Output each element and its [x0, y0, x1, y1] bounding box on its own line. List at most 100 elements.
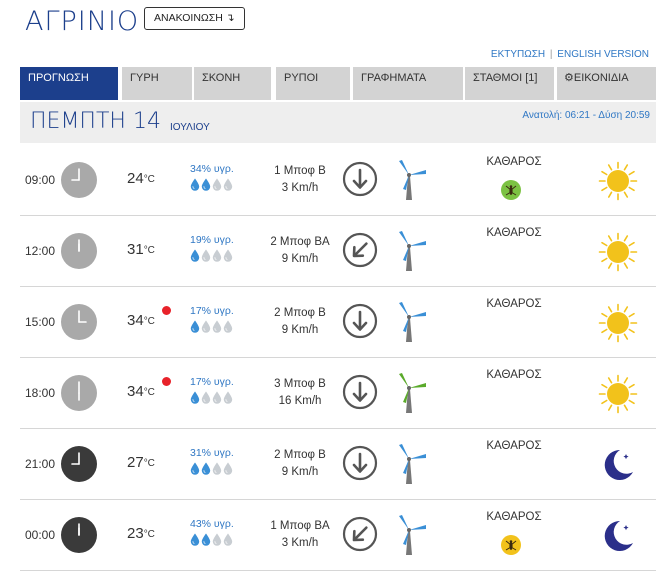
temperature-value: 24 [127, 170, 144, 187]
heat-warning-dot [162, 377, 171, 386]
wind-speed: 9 Km/h [281, 466, 319, 478]
city-title: ΑΓΡΙΝΙΟ [25, 6, 140, 37]
sky-condition: ΚΑΘΑΡΟΣ [486, 440, 542, 452]
moon-icon [598, 516, 638, 556]
humidity-drop-icon [223, 249, 233, 266]
temperature-unit: °C [143, 316, 155, 327]
wind-direction-arrow-icon [342, 516, 378, 552]
humidity-text: 17% υγρ. [190, 305, 234, 317]
clock-icon [61, 162, 97, 198]
wind-force: 2 Μποφ Β [274, 449, 326, 461]
sun-icon [598, 232, 638, 272]
wind-direction-arrow-icon [342, 232, 378, 268]
forecast-time: 18:00 [25, 386, 56, 400]
wind-direction-arrow-icon [342, 161, 378, 197]
forecast-tabs: ΠΡΟΓΝΩΣΗ ΓΥΡΗ ΣΚΟΝΗ ΡΥΠΟΙ ΓΡΑΦΗΜΑΤΑ ΣΤΑΘ… [20, 67, 656, 100]
humidity-drop-icon [223, 391, 233, 408]
humidity-drop-icon [190, 320, 200, 337]
gear-icon: ⚙ [564, 72, 574, 84]
wind-info: 2 Μποφ Β 9 Km/h [260, 447, 340, 481]
humidity-drop-icon [201, 178, 211, 195]
forecast-row: 21:00 27°C 31% υγρ. 2 Μποφ Β 9 Km/h ΚΑΘΑΡ… [20, 429, 656, 500]
temperature-unit: °C [143, 174, 155, 185]
humidity-drop-icon [223, 178, 233, 195]
day-month: ΙΟΥΛΙΟΥ [170, 122, 210, 133]
wind-turbine-icon [393, 443, 433, 485]
wind-turbine-icon [393, 230, 433, 272]
forecast-time: 15:00 [25, 315, 56, 329]
top-links: ΕΚΤΥΠΩΣΗ | ENGLISH VERSION [491, 49, 649, 60]
forecast-time: 21:00 [25, 457, 56, 471]
sun-icon [598, 303, 638, 343]
humidity-drop-icon [190, 462, 200, 479]
temperature: 34°C [127, 312, 155, 329]
humidity-drop-icon [190, 178, 200, 195]
tab-dust[interactable]: ΣΚΟΝΗ [194, 67, 271, 100]
print-link[interactable]: ΕΚΤΥΠΩΣΗ [491, 49, 545, 60]
wind-turbine-icon [393, 372, 433, 414]
wind-direction-arrow-icon [342, 303, 378, 339]
wind-info: 3 Μποφ Β 16 Km/h [260, 376, 340, 410]
temperature: 27°C [127, 454, 155, 471]
tab-label: ΓΡΑΦΗΜΑΤΑ [361, 72, 427, 84]
wind-direction-arrow-icon [342, 374, 378, 410]
humidity-drop-icon [212, 178, 222, 195]
temperature: 23°C [127, 525, 155, 542]
humidity-drop-icon [190, 391, 200, 408]
english-version-link[interactable]: ENGLISH VERSION [557, 49, 649, 60]
wind-speed: 9 Km/h [281, 253, 319, 265]
humidity-text: 34% υγρ. [190, 163, 234, 175]
tab-label: ΡΥΠΟΙ [284, 72, 319, 84]
sky-condition: ΚΑΘΑΡΟΣ [486, 511, 542, 523]
temperature: 24°C [127, 170, 155, 187]
wind-force: 2 Μποφ ΒΑ [270, 236, 330, 248]
announcement-button[interactable]: ΑΝΑΚΟΙΝΩΣΗ ↴ [144, 7, 245, 30]
humidity-drop-icon [201, 249, 211, 266]
sun-icon [598, 374, 638, 414]
wind-info: 2 Μποφ Β 9 Km/h [260, 305, 340, 339]
humidity-drop-icon [212, 462, 222, 479]
tab-pollutants[interactable]: ΡΥΠΟΙ [276, 67, 350, 100]
forecast-row: 18:00 34°C 17% υγρ. 3 Μποφ Β 16 Km/h ΚΑΘΑ… [20, 358, 656, 429]
temperature-unit: °C [143, 529, 155, 540]
forecast-row: 12:00 31°C 19% υγρ. 2 Μποφ ΒΑ 9 Km/h ΚΑΘΑ… [20, 216, 656, 287]
humidity-drops [190, 249, 234, 263]
wind-speed: 3 Km/h [281, 537, 319, 549]
moon-icon [598, 445, 638, 485]
tab-stations[interactable]: ΣΤΑΘΜΟΙ [1] [465, 67, 554, 100]
tab-graphs[interactable]: ΓΡΑΦΗΜΑΤΑ [353, 67, 463, 100]
humidity-drop-icon [223, 320, 233, 337]
wind-info: 1 Μποφ Β 3 Km/h [260, 163, 340, 197]
humidity-drop-icon [212, 249, 222, 266]
humidity-drops [190, 391, 234, 405]
link-separator: | [549, 49, 553, 60]
temperature-unit: °C [143, 245, 155, 256]
wind-force: 3 Μποφ Β [274, 378, 326, 390]
clock-icon [61, 304, 97, 340]
sky-condition: ΚΑΘΑΡΟΣ [486, 156, 542, 168]
sky-condition: ΚΑΘΑΡΟΣ [486, 298, 542, 310]
humidity-drops [190, 320, 234, 334]
humidity-drop-icon [212, 391, 222, 408]
day-header: ΠΕΜΠΤΗ 14 ΙΟΥΛΙΟΥ Ανατολή: 06:21 - Δύση … [20, 102, 656, 143]
tab-pollen[interactable]: ΓΥΡΗ [122, 67, 192, 100]
forecast-time: 00:00 [25, 528, 56, 542]
humidity-drops [190, 533, 234, 547]
humidity-drop-icon [201, 320, 211, 337]
tab-label: ΕΙΚΟΝΙΔΙΑ [573, 72, 629, 84]
sun-icon [598, 161, 638, 201]
tab-forecast[interactable]: ΠΡΟΓΝΩΣΗ [20, 67, 118, 100]
humidity-drop-icon [201, 391, 211, 408]
temperature: 31°C [127, 241, 155, 258]
wind-force: 1 Μποφ ΒΑ [270, 520, 330, 532]
heat-warning-dot [162, 306, 171, 315]
wind-speed: 3 Km/h [281, 182, 319, 194]
wind-info: 1 Μποφ ΒΑ 3 Km/h [260, 518, 340, 552]
tab-label: ΠΡΟΓΝΩΣΗ [28, 72, 89, 84]
wind-turbine-icon [393, 301, 433, 343]
humidity-text: 43% υγρ. [190, 518, 234, 530]
humidity-drop-icon [201, 533, 211, 550]
humidity-drop-icon [223, 533, 233, 550]
tab-icons[interactable]: ⚙ΕΙΚΟΝΙΔΙΑ [557, 67, 656, 100]
temperature-value: 23 [127, 525, 144, 542]
